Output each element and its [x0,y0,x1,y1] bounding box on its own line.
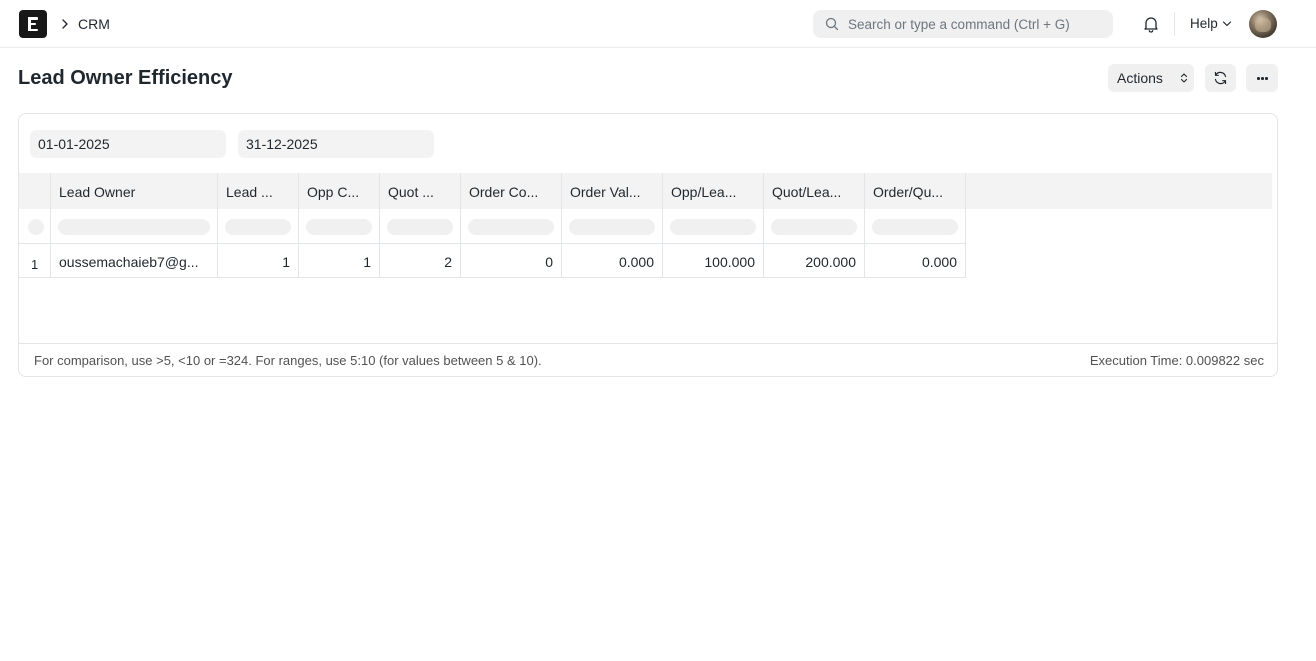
filter-input-placeholder [872,219,958,235]
cell-opp-count[interactable]: 1 [299,244,380,278]
filter-lead-owner[interactable] [51,209,218,244]
report-card: Lead Owner Lead ... Opp C... Quot ... Or… [18,113,1278,377]
table-header: Lead Owner Lead ... Opp C... Quot ... Or… [19,173,1272,209]
cell-order-count[interactable]: 0 [461,244,562,278]
filter-help-text: For comparison, use >5, <10 or =324. For… [34,353,542,368]
filter-input-placeholder [468,219,554,235]
navbar: CRM Help [0,0,1316,48]
refresh-icon [1214,71,1227,85]
header-lead-owner[interactable]: Lead Owner [51,173,218,209]
search-input[interactable] [848,10,1108,38]
help-menu[interactable]: Help [1190,15,1218,33]
filter-input-placeholder [569,219,655,235]
filter-index-cell [19,209,51,244]
header-opp-lead[interactable]: Opp/Lea... [663,173,764,209]
help-chevron-down-icon[interactable] [1222,19,1232,29]
to-date-filter[interactable] [238,130,434,158]
header-order-value[interactable]: Order Val... [562,173,663,209]
page-title: Lead Owner Efficiency [18,67,233,89]
filter-order-count[interactable] [461,209,562,244]
more-options-button[interactable] [1246,64,1278,92]
cell-opp-lead[interactable]: 100.000 [663,244,764,278]
breadcrumb-crm[interactable]: CRM [78,15,110,33]
filter-input-placeholder [387,219,453,235]
header-order-quot[interactable]: Order/Qu... [865,173,966,209]
header-index-cell [19,173,51,209]
filter-order-value[interactable] [562,209,663,244]
filter-lead-count[interactable] [218,209,299,244]
execution-time: Execution Time: 0.009822 sec [1089,353,1264,368]
search-bar[interactable] [813,10,1113,38]
header-quot-count[interactable]: Quot ... [380,173,461,209]
column-filter-row [19,209,966,244]
filter-order-quot[interactable] [865,209,966,244]
filter-index-placeholder [28,219,44,235]
header-quot-lead[interactable]: Quot/Lea... [764,173,865,209]
filter-input-placeholder [225,219,291,235]
table-row[interactable]: 1 oussemachaieb7@g... 1 1 2 0 0.000 100.… [19,244,966,278]
filter-input-placeholder [306,219,372,235]
header-lead-count[interactable]: Lead ... [218,173,299,209]
actions-button[interactable]: Actions [1108,64,1194,92]
search-icon [825,17,839,31]
report-footer: For comparison, use >5, <10 or =324. For… [19,343,1277,376]
from-date-filter[interactable] [30,130,226,158]
cell-order-value[interactable]: 0.000 [562,244,663,278]
breadcrumb-chevron-icon [62,19,68,29]
navbar-divider [1174,12,1175,36]
filter-opp-count[interactable] [299,209,380,244]
cell-quot-lead[interactable]: 200.000 [764,244,865,278]
cell-quot-count[interactable]: 2 [380,244,461,278]
app-logo[interactable] [19,10,47,38]
refresh-button[interactable] [1205,64,1236,92]
header-order-count[interactable]: Order Co... [461,173,562,209]
notification-bell-icon[interactable] [1141,14,1161,34]
filter-input-placeholder [58,219,210,235]
filter-input-placeholder [771,219,857,235]
user-avatar[interactable] [1249,10,1277,38]
filter-quot-count[interactable] [380,209,461,244]
filter-opp-lead[interactable] [663,209,764,244]
filter-input-placeholder [670,219,756,235]
filter-quot-lead[interactable] [764,209,865,244]
row-index: 1 [19,244,51,278]
cell-order-quot[interactable]: 0.000 [865,244,966,278]
up-down-chevron-icon [1180,73,1188,83]
actions-button-label: Actions [1117,70,1163,86]
header-opp-count[interactable]: Opp C... [299,173,380,209]
cell-lead-count[interactable]: 1 [218,244,299,278]
cell-lead-owner[interactable]: oussemachaieb7@g... [51,244,218,278]
